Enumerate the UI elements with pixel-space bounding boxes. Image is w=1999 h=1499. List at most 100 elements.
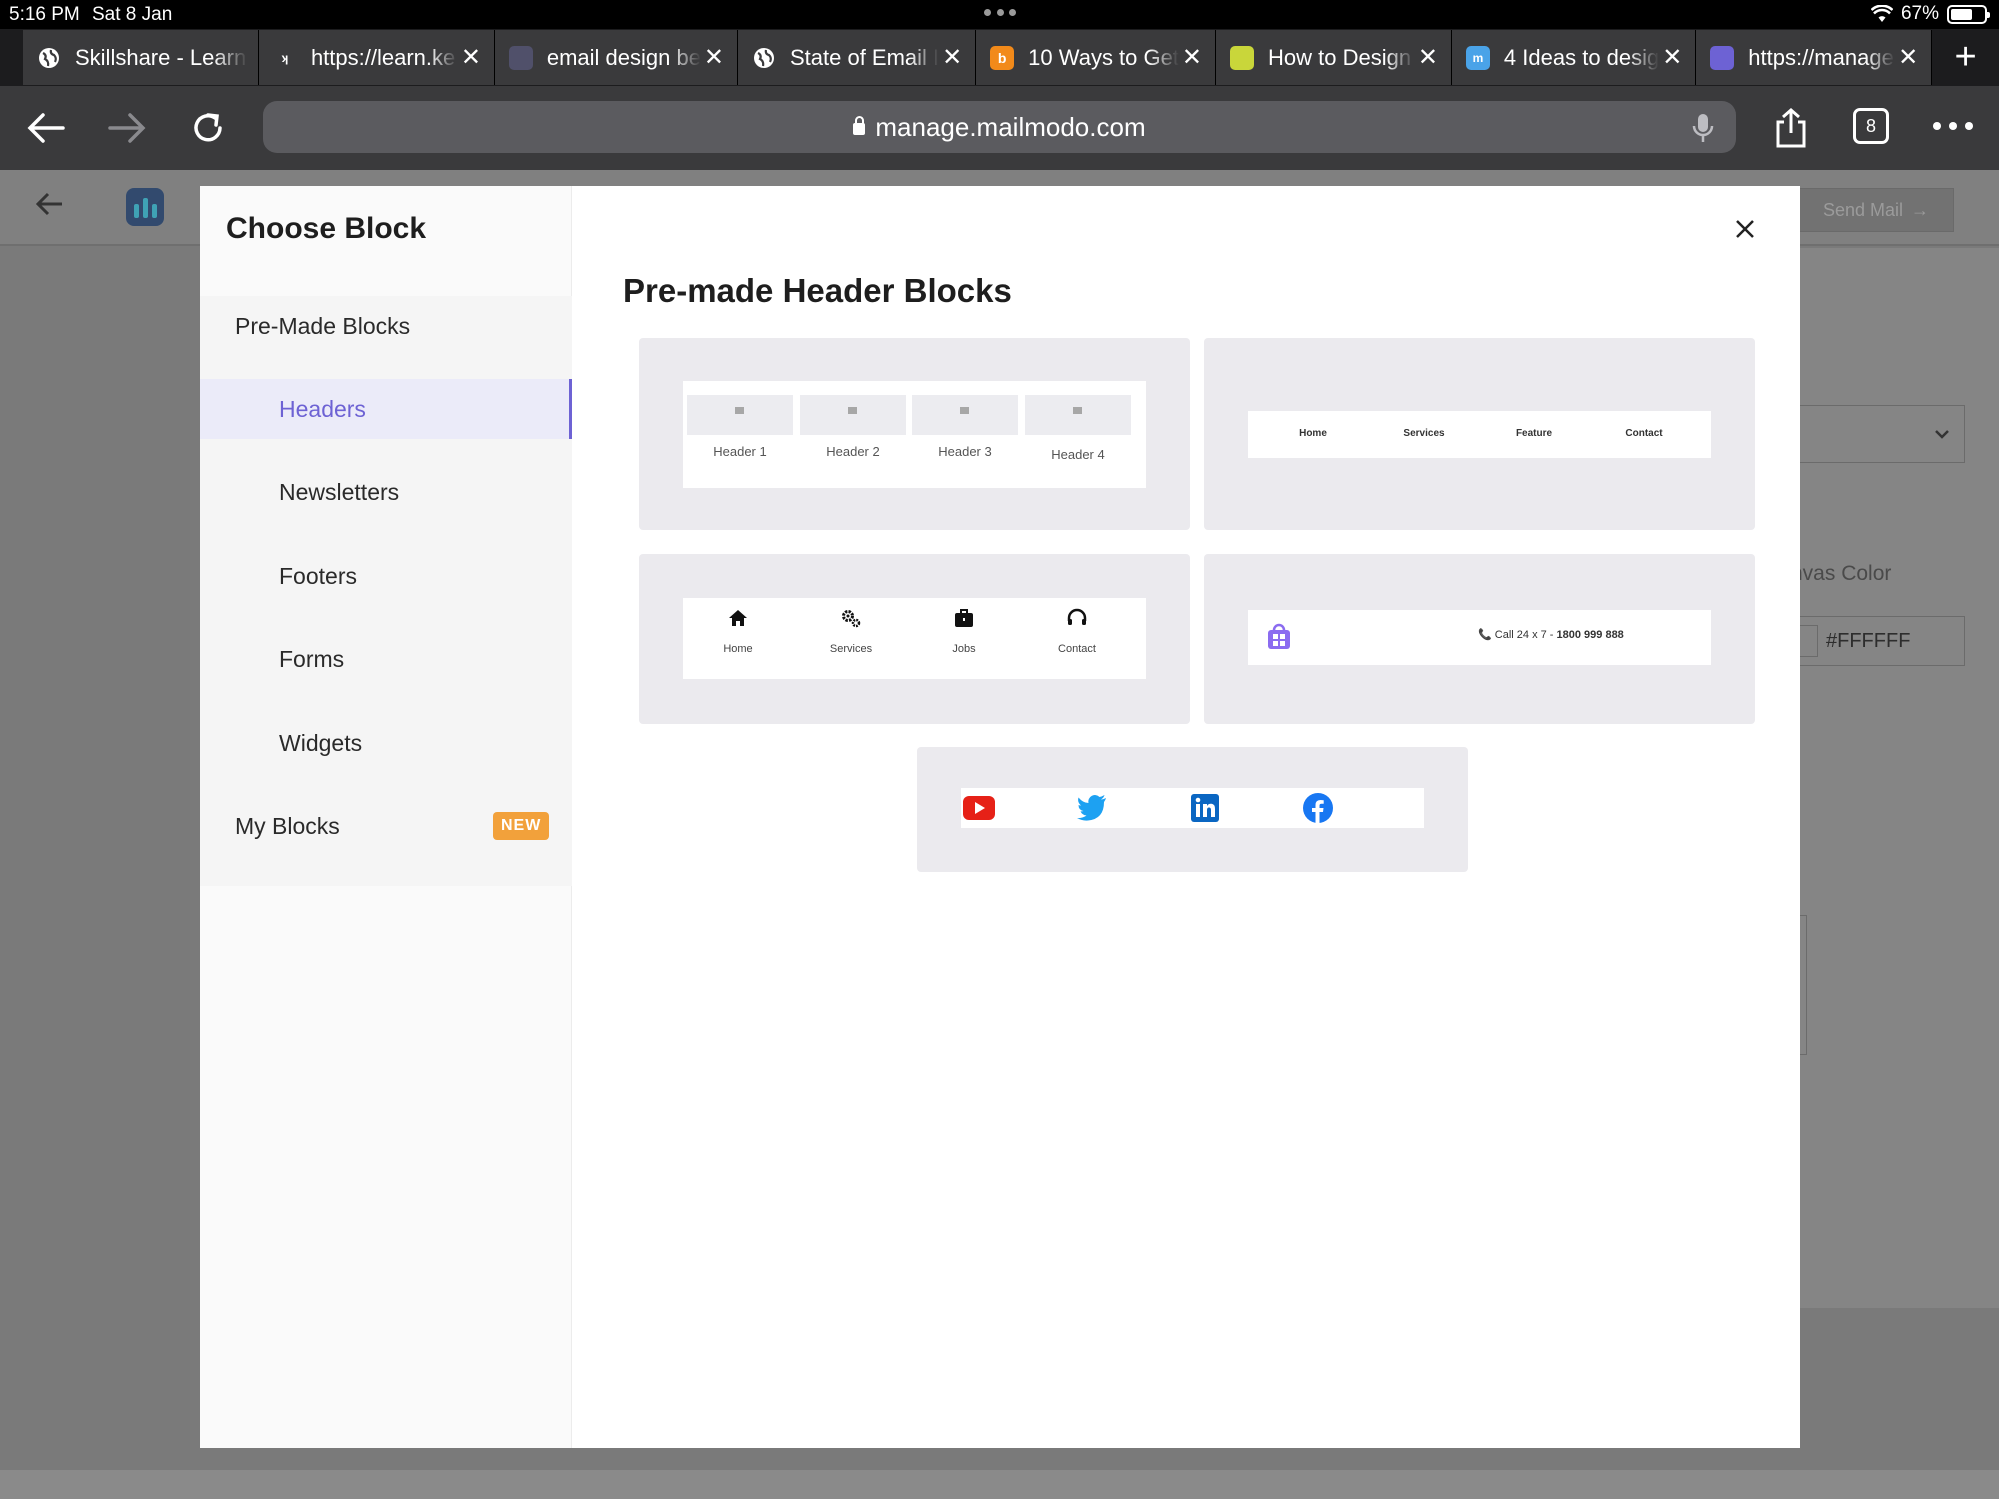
close-tab-icon[interactable]: ✕ bbox=[701, 43, 727, 72]
sidebar-item-newsletters[interactable]: Newsletters bbox=[200, 462, 572, 522]
browser-tab[interactable]: m 4 Ideas to desig ✕ bbox=[1451, 30, 1697, 85]
status-right: 67% bbox=[1870, 3, 1990, 25]
phone-icon: 📞 bbox=[1478, 629, 1492, 641]
header-label: Header 1 bbox=[713, 444, 767, 459]
close-icon[interactable] bbox=[1728, 212, 1762, 246]
nav-icon-label: Contact bbox=[1058, 643, 1096, 655]
canvas-color-label: nvas Color bbox=[1791, 562, 1892, 585]
header-block-text-nav[interactable]: Home Services Feature Contact bbox=[1204, 338, 1755, 530]
twitter-icon bbox=[1077, 795, 1106, 821]
globe-icon bbox=[752, 46, 776, 70]
arrow-right-icon: → bbox=[1911, 199, 1930, 220]
close-tab-icon[interactable]: ✕ bbox=[1895, 43, 1921, 72]
nav-link: Services bbox=[1403, 428, 1445, 439]
nav-icon-label: Jobs bbox=[952, 643, 976, 655]
reload-icon[interactable] bbox=[184, 104, 232, 152]
editor-back-icon[interactable] bbox=[35, 192, 64, 221]
forward-arrow-icon[interactable] bbox=[103, 104, 151, 152]
mailmodo-icon bbox=[1710, 45, 1735, 70]
gallery-heading: Pre-made Header Blocks bbox=[623, 272, 1012, 309]
sidebar-item-headers[interactable]: Headers bbox=[200, 379, 572, 439]
status-date: Sat 8 Jan bbox=[92, 4, 173, 25]
header-block-image-grid[interactable]: Header 1 Header 2 Header 3 Header 4 bbox=[639, 338, 1190, 530]
new-tab-button[interactable]: + bbox=[1932, 36, 1999, 79]
microphone-icon[interactable] bbox=[1692, 112, 1714, 151]
share-icon[interactable] bbox=[1767, 104, 1815, 152]
browser-tab-active[interactable]: https://manage ✕ bbox=[1696, 30, 1933, 85]
globe-icon bbox=[37, 46, 61, 70]
image-placeholder bbox=[687, 395, 793, 435]
image-placeholder bbox=[800, 395, 906, 435]
battery-icon bbox=[1947, 4, 1990, 24]
gears-icon bbox=[842, 610, 861, 628]
close-tab-icon[interactable]: ✕ bbox=[1659, 43, 1685, 72]
image-placeholder bbox=[912, 395, 1018, 435]
section-premade-blocks[interactable]: Pre-Made Blocks bbox=[200, 296, 572, 356]
mascot-icon bbox=[1229, 45, 1254, 70]
header-block-icon-nav[interactable]: Home Services Jobs Contact bbox=[639, 554, 1190, 724]
sidebar-item-forms[interactable]: Forms bbox=[200, 629, 572, 689]
image-placeholder bbox=[1025, 395, 1131, 435]
url-text: manage.mailmodo.com bbox=[875, 111, 1146, 142]
sidebar-item-widgets[interactable]: Widgets bbox=[200, 713, 572, 773]
url-bar[interactable]: manage.mailmodo.com bbox=[263, 101, 1736, 153]
sidebar-item-footers[interactable]: Footers bbox=[200, 546, 572, 606]
browser-tab[interactable]: email design be ✕ bbox=[494, 30, 738, 85]
briefcase-icon bbox=[955, 609, 973, 627]
site-icon: ʞ bbox=[281, 50, 289, 65]
close-tab-icon[interactable]: ✕ bbox=[1179, 43, 1205, 72]
chevron-down-icon bbox=[1935, 430, 1949, 439]
nav-icon-label: Services bbox=[829, 643, 873, 655]
header-label: Header 4 bbox=[1051, 447, 1105, 462]
status-bar: 5:16 PM Sat 8 Jan 67% bbox=[0, 0, 1999, 29]
send-mail-button[interactable]: Send Mail → bbox=[1798, 188, 1954, 232]
back-arrow-icon[interactable] bbox=[22, 104, 70, 152]
calendar-icon bbox=[508, 45, 533, 70]
close-tab-icon[interactable]: ✕ bbox=[1415, 43, 1441, 72]
nav-link: Contact bbox=[1625, 428, 1663, 439]
chat-icon: m bbox=[1465, 45, 1490, 70]
new-badge: NEW bbox=[493, 812, 550, 840]
nav-icon-label: Home bbox=[723, 643, 753, 655]
choose-block-modal: Choose Block Pre-Made Blocks Headers New… bbox=[200, 186, 1800, 1448]
phone-number: 1800 999 888 bbox=[1556, 629, 1624, 641]
header-label: Header 3 bbox=[938, 444, 992, 459]
browser-tab[interactable]: b 10 Ways to Get ✕ bbox=[976, 30, 1216, 85]
lock-icon bbox=[853, 116, 866, 135]
youtube-icon bbox=[963, 796, 995, 820]
close-tab-icon[interactable]: ✕ bbox=[939, 43, 965, 72]
status-time: 5:16 PM bbox=[9, 4, 80, 25]
header-block-social-icons[interactable] bbox=[917, 747, 1468, 872]
linkedin-icon bbox=[1191, 794, 1219, 822]
more-icon[interactable] bbox=[1933, 122, 1973, 130]
browser-tab[interactable]: How to Design ✕ bbox=[1215, 30, 1452, 85]
mailmodo-logo-icon bbox=[126, 188, 164, 226]
call-info: 📞 Call 24 x 7 - 1800 999 888 bbox=[1478, 629, 1624, 641]
block-gallery: Pre-made Header Blocks Header 1 Header 2… bbox=[572, 186, 1800, 1448]
browser-tab[interactable]: Skillshare - Learn bbox=[23, 30, 259, 85]
editor-bottom-strip bbox=[0, 1470, 1999, 1499]
header-label: Header 2 bbox=[826, 444, 880, 459]
close-tab-icon[interactable]: ✕ bbox=[458, 43, 484, 72]
modal-title: Choose Block bbox=[226, 212, 427, 245]
wifi-icon bbox=[1870, 5, 1893, 22]
nav-link: Home bbox=[1299, 428, 1327, 439]
section-my-blocks[interactable]: My Blocks NEW bbox=[200, 796, 572, 856]
home-icon bbox=[729, 610, 747, 626]
nav-link: Feature bbox=[1515, 428, 1553, 439]
panel-dropdown[interactable] bbox=[1795, 405, 1965, 463]
facebook-icon bbox=[1303, 793, 1333, 823]
browser-tab[interactable]: ʞ https://learn.ke ✕ bbox=[258, 30, 495, 85]
shop-bag-logo-icon bbox=[1268, 623, 1290, 649]
headset-icon bbox=[1067, 608, 1087, 625]
battery-percent: 67% bbox=[1900, 3, 1939, 24]
canvas-color-input[interactable]: #FFFFFF bbox=[1788, 616, 1965, 666]
header-block-logo-call[interactable]: 📞 Call 24 x 7 - 1800 999 888 bbox=[1204, 554, 1755, 724]
tab-strip: Skillshare - Learn ʞ https://learn.ke ✕ … bbox=[0, 29, 1999, 86]
b-logo-icon: b bbox=[990, 45, 1015, 70]
multitask-dots-icon[interactable] bbox=[984, 6, 1016, 18]
browser-tab[interactable]: State of Email I ✕ bbox=[737, 30, 977, 85]
browser-toolbar: manage.mailmodo.com 8 bbox=[0, 86, 1999, 170]
block-category-sidebar: Choose Block Pre-Made Blocks Headers New… bbox=[200, 186, 572, 1448]
tab-overview-button[interactable]: 8 bbox=[1853, 108, 1889, 144]
